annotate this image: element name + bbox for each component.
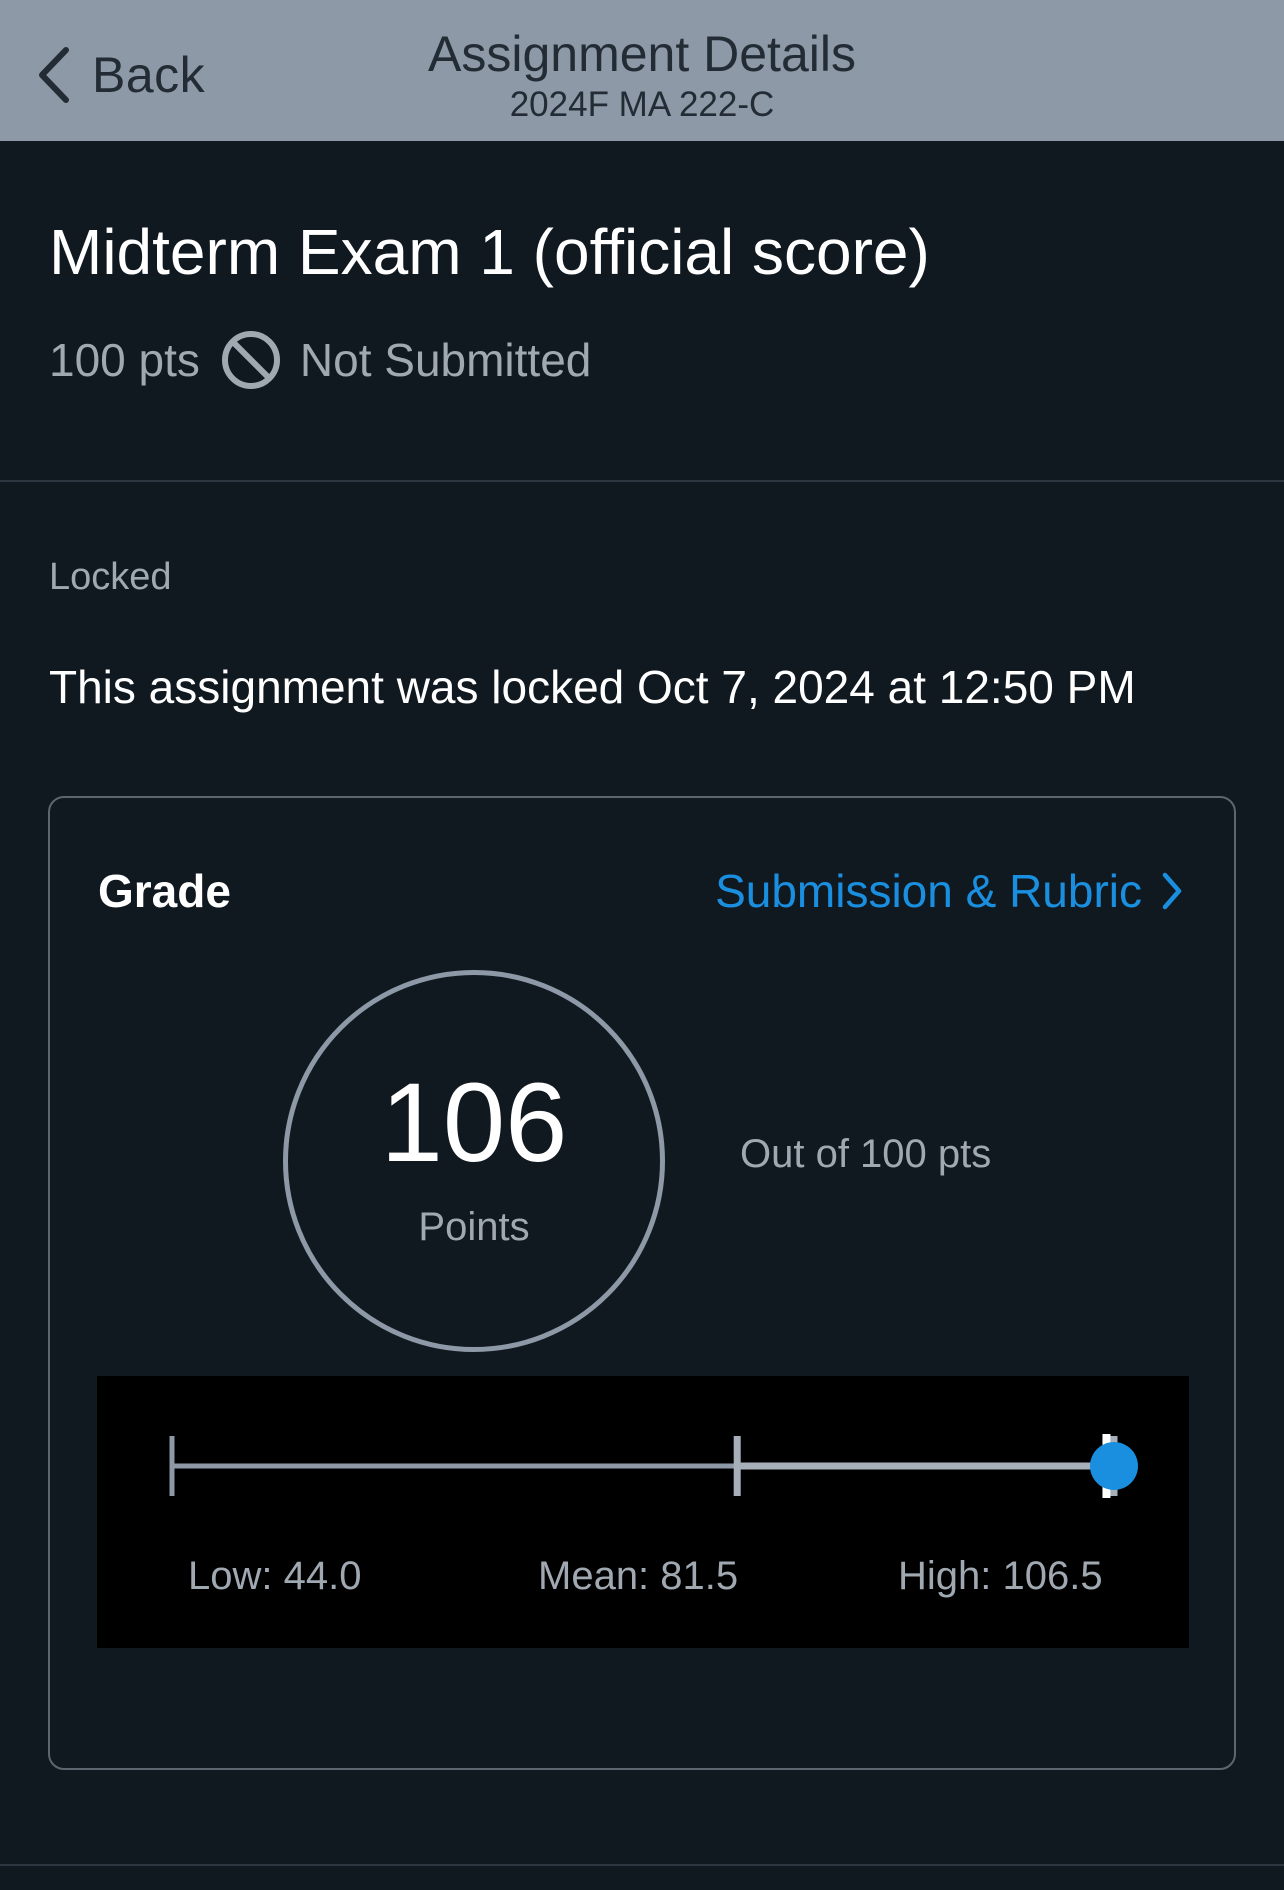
locked-label: Locked: [49, 556, 172, 598]
submission-rubric-link[interactable]: Submission & Rubric: [715, 864, 1182, 918]
points-out-of: Out of 100 pts: [740, 1132, 992, 1176]
score-distribution: Low: 44.0 Mean: 81.5 High: 106.5: [97, 1376, 1189, 1648]
score-unit: Points: [418, 1205, 530, 1249]
course-subtitle: 2024F MA 222-C: [509, 85, 775, 124]
chevron-right-icon: [1162, 872, 1182, 910]
bottom-divider: [0, 1864, 1284, 1866]
score-circle: 106 Points: [283, 970, 665, 1352]
score-value: 106: [380, 1060, 568, 1185]
distribution-chart: [169, 1434, 1138, 1498]
assignment-title: Midterm Exam 1 (official score): [49, 216, 930, 288]
navigation-bar: Back Assignment Details 2024F MA 222-C: [0, 0, 1284, 141]
assignment-meta: 100 pts Not Submitted: [49, 330, 591, 390]
points-possible: 100 pts: [49, 334, 200, 386]
mean-label: Mean: 81.5: [538, 1554, 739, 1598]
section-divider: [0, 480, 1284, 482]
low-label: Low: 44.0: [188, 1554, 362, 1598]
nav-title-group: Assignment Details 2024F MA 222-C: [0, 24, 1284, 126]
ban-icon: [221, 331, 280, 389]
high-label: High: 106.5: [898, 1554, 1103, 1598]
score-marker: [1090, 1442, 1138, 1490]
grade-heading: Grade: [98, 865, 231, 917]
grade-card: Grade Submission & Rubric 106 Points Out…: [48, 796, 1236, 1770]
page-title: Assignment Details: [428, 26, 856, 82]
submission-rubric-label: Submission & Rubric: [715, 865, 1142, 917]
locked-message: This assignment was locked Oct 7, 2024 a…: [49, 661, 1136, 713]
submission-status: Not Submitted: [299, 334, 592, 386]
